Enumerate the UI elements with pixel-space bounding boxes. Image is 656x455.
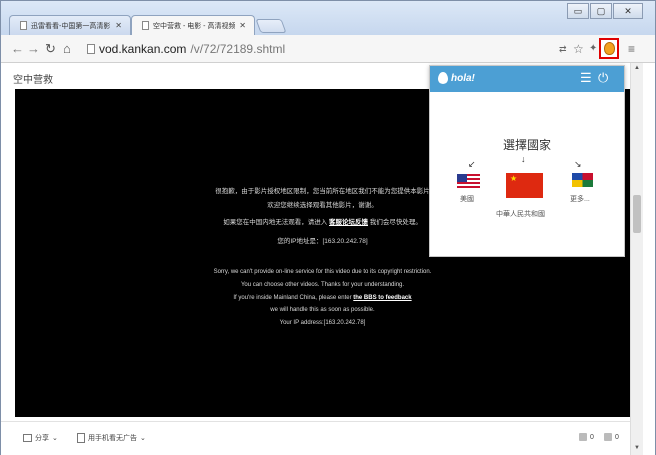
country-label: 美國 (460, 196, 474, 203)
feedback-line-en: If you're inside Mainland China, please … (15, 295, 630, 301)
close-tab-icon[interactable]: ✕ (239, 21, 246, 30)
close-window-button[interactable]: ✕ (613, 3, 643, 19)
home-icon[interactable]: ⌂ (63, 41, 71, 57)
dislike-button[interactable]: 0 (604, 433, 619, 441)
page-icon (142, 21, 149, 30)
region-restriction-message-en: we will handle this as soon as possible. (270, 307, 375, 313)
mobile-icon (77, 433, 85, 443)
maximize-button[interactable]: ▢ (590, 3, 612, 19)
translate-icon[interactable]: ⇄ (559, 42, 567, 56)
hola-logo-text: hola! (451, 72, 475, 84)
scroll-up-icon[interactable]: ▲ (634, 65, 640, 71)
scrollbar-thumb[interactable] (633, 195, 641, 233)
share-label: 分享 (35, 435, 49, 442)
mobile-label: 用手机看无广告 (88, 435, 137, 442)
country-label: 更多... (570, 196, 590, 203)
feedback-suffix-cn: 我们会尽快处理。 (369, 219, 422, 226)
url-path: /v/72/72189.shtml (190, 42, 286, 56)
more-flags-icon (572, 173, 593, 187)
close-tab-icon[interactable]: ✕ (115, 21, 122, 30)
thumbs-up-icon (579, 433, 587, 441)
share-icon (23, 434, 32, 442)
page-icon (87, 44, 95, 54)
back-arrow-icon[interactable]: ← (11, 41, 24, 57)
us-flag-icon (457, 174, 480, 189)
bbs-feedback-link[interactable]: the BBS to feedback (353, 295, 411, 301)
watch-on-mobile-button[interactable]: 用手机看无广告 ⌄ (77, 433, 146, 443)
country-label: 中華人民共和國 (496, 211, 545, 218)
page-scrollbar[interactable]: ▲ ▼ (630, 63, 643, 455)
tab-kankan-home[interactable]: 迅雷看看-中国第一高清影 ✕ (9, 15, 131, 35)
hola-popup-header: hola! ☰ ⏻ (430, 66, 624, 92)
tab-title: 迅雷看看-中国第一高清影 (31, 22, 111, 30)
tab-current-video[interactable]: 空中营救 - 电影 - 高清视频 ✕ (131, 15, 255, 35)
hamburger-menu-icon[interactable]: ☰ (580, 71, 592, 85)
arrow-down-icon: ↓ (521, 154, 526, 164)
power-icon[interactable]: ⏻ (598, 71, 608, 85)
hola-extension-button[interactable] (599, 38, 619, 59)
bookmark-star-icon[interactable]: ☆ (573, 42, 584, 56)
choose-country-title: 選擇國家 (502, 138, 551, 152)
feedback-prefix-cn: 如果您在中国内地无法观看，请进入 (223, 219, 328, 226)
tab-title: 空中营救 - 电影 - 高清视频 (153, 22, 236, 30)
cn-flag-icon (506, 173, 543, 198)
minimize-button[interactable]: ▭ (567, 3, 589, 19)
page-icon (20, 21, 27, 30)
feedback-forum-link[interactable]: 客服论坛反馈 (329, 219, 368, 226)
chevron-down-icon: ⌄ (140, 435, 146, 442)
ip-address-en: Your IP address:[163.20.242.78] (279, 320, 366, 326)
region-restriction-message-en: Sorry, we can't provide on-line service … (213, 269, 432, 275)
dislike-count: 0 (615, 433, 619, 441)
scroll-down-icon[interactable]: ▼ (634, 445, 640, 451)
title-bar: 迅雷看看-中国第一高清影 ✕ 空中营救 - 电影 - 高清视频 ✕ ▭ ▢ ✕ (1, 1, 655, 35)
video-action-bar: 分享 ⌄ 用手机看无广告 ⌄ 0 0 (1, 421, 630, 455)
new-tab-button[interactable] (255, 19, 287, 33)
chevron-down-icon: ⌄ (52, 435, 58, 442)
chrome-menu-icon[interactable]: ≡ (628, 42, 635, 56)
like-button[interactable]: 0 (579, 433, 594, 441)
reload-icon[interactable]: ↻ (45, 41, 56, 57)
forward-arrow-icon[interactable]: → (27, 41, 40, 57)
feedback-prefix-en: If you're inside Mainland China, please … (233, 295, 352, 301)
hola-popup: hola! ☰ ⏻ 選擇國家 ↙ ↓ ↘ 美國 中華人民共和國 更多... (429, 65, 625, 257)
browser-toolbar: ← → ↻ ⌂ vod.kankan.com/v/72/72189.shtml … (1, 35, 655, 63)
region-restriction-message-en: You can choose other videos. Thanks for … (240, 282, 405, 288)
arrow-down-left-icon: ↙ (468, 159, 476, 169)
url-host: vod.kankan.com (99, 42, 187, 56)
hola-flame-icon (603, 42, 615, 55)
hola-logo: hola! (438, 72, 475, 84)
address-bar[interactable]: vod.kankan.com/v/72/72189.shtml (87, 40, 583, 58)
share-button[interactable]: 分享 ⌄ (23, 433, 58, 443)
hola-drop-icon (438, 72, 448, 84)
browser-window: 迅雷看看-中国第一高清影 ✕ 空中营救 - 电影 - 高清视频 ✕ ▭ ▢ ✕ … (0, 0, 656, 455)
page-title: 空中营救 (13, 75, 53, 86)
extension-icon[interactable]: ✦ (589, 42, 597, 56)
like-count: 0 (590, 433, 594, 441)
thumbs-down-icon (604, 433, 612, 441)
arrow-down-right-icon: ↘ (574, 159, 582, 169)
